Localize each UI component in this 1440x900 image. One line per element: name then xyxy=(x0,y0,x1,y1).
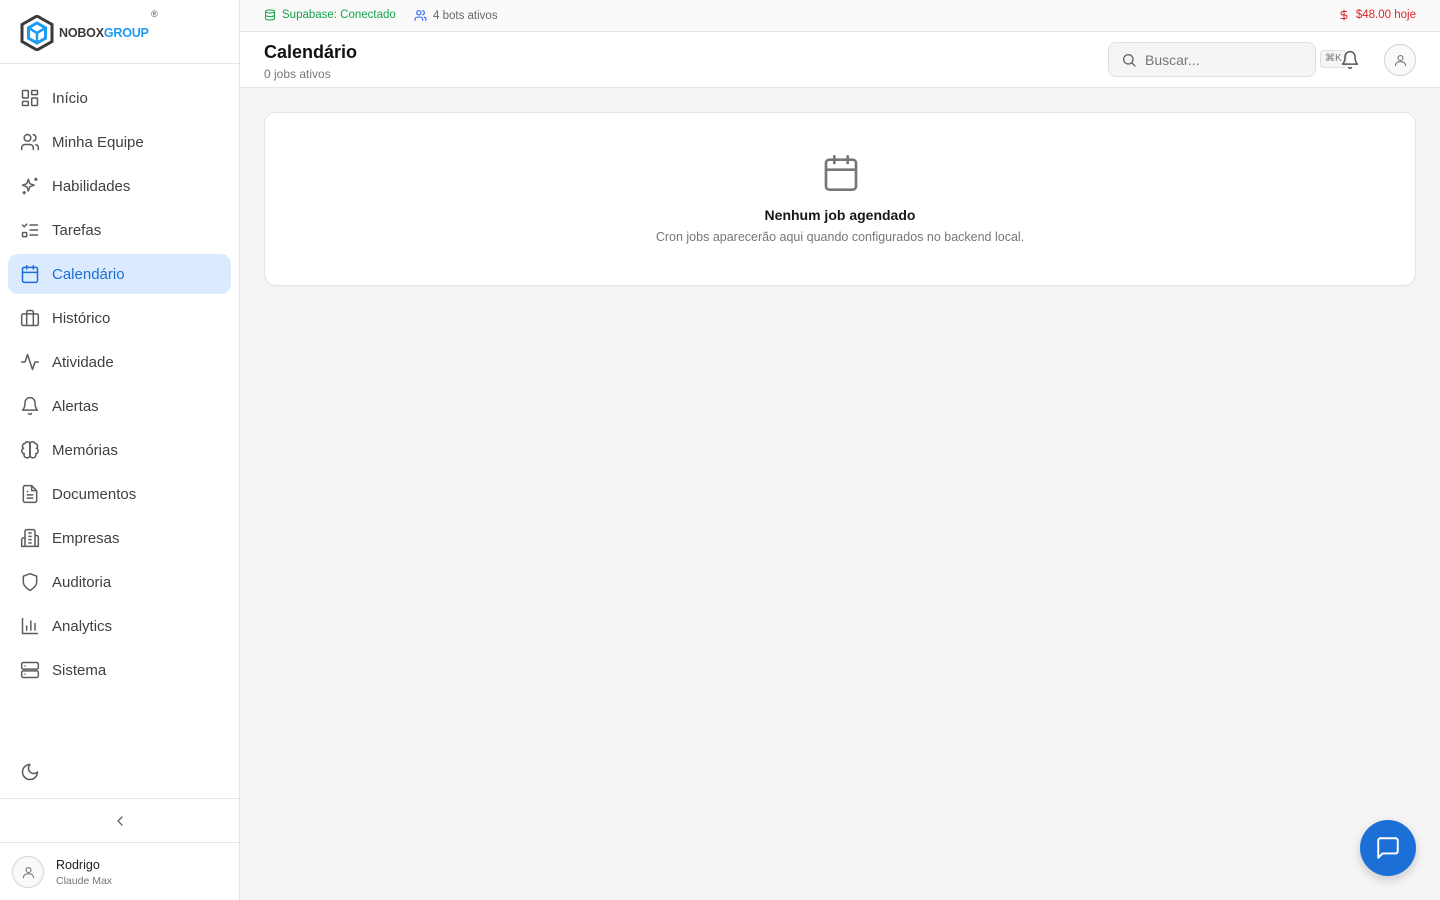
sidebar-item-label: Atividade xyxy=(52,353,114,371)
empty-state-card: Nenhum job agendado Cron jobs aparecerão… xyxy=(264,112,1416,286)
bar-chart-icon xyxy=(20,616,40,636)
sidebar-item-sistema[interactable]: Sistema xyxy=(8,650,231,690)
user-profile[interactable]: Rodrigo Claude Max xyxy=(12,856,112,888)
grid-icon xyxy=(20,88,40,108)
sidebar-item-inicio[interactable]: Início xyxy=(8,78,231,118)
theme-toggle-moon-icon[interactable] xyxy=(20,762,40,782)
sidebar-item-label: Habilidades xyxy=(52,177,131,195)
brand-logo[interactable]: NOBOXGROUP xyxy=(20,15,149,51)
users-icon xyxy=(414,10,427,21)
user-icon xyxy=(22,866,34,878)
list-checks-icon xyxy=(20,220,40,240)
sidebar-item-label: Empresas xyxy=(52,529,120,547)
avatar xyxy=(12,856,44,888)
sidebar-item-tarefas[interactable]: Tarefas xyxy=(8,210,231,250)
sidebar-item-historico[interactable]: Histórico xyxy=(8,298,231,338)
sidebar-item-label: Memórias xyxy=(52,441,118,459)
sidebar-item-alertas[interactable]: Alertas xyxy=(8,386,231,426)
dollar-icon xyxy=(1340,9,1348,21)
sidebar-item-label: Início xyxy=(52,89,88,107)
user-icon xyxy=(1394,54,1406,66)
sidebar-item-label: Histórico xyxy=(52,309,111,327)
sidebar: NOBOXGROUP ® Início Minha Equipe Habilid… xyxy=(0,0,240,900)
building-icon xyxy=(20,528,40,548)
sidebar-item-label: Calendário xyxy=(52,265,125,283)
empty-state-title: Nenhum job agendado xyxy=(764,207,916,223)
calendar-icon xyxy=(821,153,861,193)
server-icon xyxy=(20,660,40,680)
page-title: Calendário xyxy=(264,42,358,62)
user-plan: Claude Max xyxy=(56,874,113,887)
users-icon xyxy=(20,132,40,152)
sidebar-item-atividade[interactable]: Atividade xyxy=(8,342,231,382)
header-avatar[interactable] xyxy=(1384,44,1416,76)
brand-name: NOBOXGROUP xyxy=(59,26,149,40)
sidebar-item-label: Tarefas xyxy=(52,221,102,239)
sidebar-item-label: Sistema xyxy=(52,661,107,679)
sidebar-item-label: Minha Equipe xyxy=(52,133,144,151)
bots-status: 4 bots ativos xyxy=(414,9,498,22)
sidebar-collapse-area xyxy=(0,798,239,843)
briefcase-icon xyxy=(20,308,40,328)
cost-status: $48.00 hoje xyxy=(1338,9,1416,21)
notifications-bell-icon[interactable] xyxy=(1340,50,1360,70)
user-name: Rodrigo xyxy=(56,857,100,872)
calendar-icon xyxy=(20,264,40,284)
search-box[interactable] xyxy=(1108,42,1316,77)
file-text-icon xyxy=(20,484,40,504)
message-square-icon xyxy=(1377,837,1399,859)
sidebar-item-label: Documentos xyxy=(52,485,137,503)
sidebar-item-empresas[interactable]: Empresas xyxy=(8,518,231,558)
chat-fab-button[interactable] xyxy=(1360,820,1416,876)
search-icon xyxy=(1121,52,1137,68)
empty-state-description: Cron jobs aparecerão aqui quando configu… xyxy=(655,230,1025,244)
sidebar-item-label: Analytics xyxy=(52,617,113,635)
sidebar-item-minha-equipe[interactable]: Minha Equipe xyxy=(8,122,231,162)
activity-icon xyxy=(20,352,40,372)
page-header: Calendário 0 jobs ativos ⌘K xyxy=(240,32,1440,88)
logo-hexagon-icon xyxy=(20,15,54,51)
bell-icon xyxy=(20,396,40,416)
sparkles-icon xyxy=(20,176,40,196)
registered-mark: ® xyxy=(151,9,158,19)
sidebar-item-calendario[interactable]: Calendário xyxy=(8,254,231,294)
logo-area: NOBOXGROUP ® xyxy=(0,0,239,64)
sidebar-item-memorias[interactable]: Memórias xyxy=(8,430,231,470)
brain-icon xyxy=(20,440,40,460)
chevron-left-icon[interactable] xyxy=(112,813,128,829)
sidebar-item-label: Alertas xyxy=(52,397,99,415)
sidebar-item-label: Auditoria xyxy=(52,573,112,591)
search-input[interactable] xyxy=(1145,43,1311,76)
sidebar-item-habilidades[interactable]: Habilidades xyxy=(8,166,231,206)
status-bar: Supabase: Conectado 4 bots ativos $48.00… xyxy=(240,0,1440,32)
sidebar-item-auditoria[interactable]: Auditoria xyxy=(8,562,231,602)
sidebar-nav: Início Minha Equipe Habilidades Tarefas … xyxy=(8,78,231,694)
sidebar-item-documentos[interactable]: Documentos xyxy=(8,474,231,514)
sidebar-item-analytics[interactable]: Analytics xyxy=(8,606,231,646)
supabase-status: Supabase: Conectado xyxy=(264,9,396,21)
shield-icon xyxy=(20,572,40,592)
page-subtitle: 0 jobs ativos xyxy=(264,67,331,81)
database-icon xyxy=(265,9,275,21)
